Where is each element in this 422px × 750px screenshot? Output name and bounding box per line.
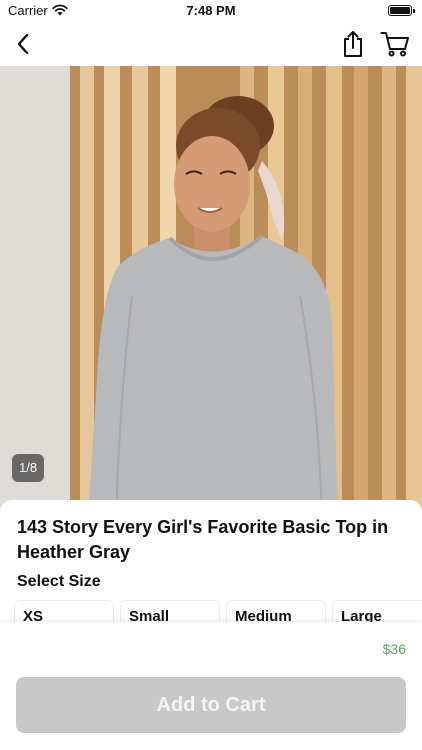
back-button[interactable] [8, 29, 38, 59]
share-button[interactable] [338, 28, 368, 60]
nav-bar [0, 22, 422, 66]
status-bar: Carrier 7:48 PM [0, 0, 422, 22]
share-icon [344, 31, 362, 57]
size-heading: Select Size [17, 573, 101, 590]
product-details-sheet: 143 Story Every Girl's Favorite Basic To… [0, 500, 422, 630]
chevron-left-icon [17, 33, 29, 55]
cart-icon [380, 32, 409, 57]
image-counter-badge: 1/8 [12, 454, 45, 482]
product-title: 143 Story Every Girl's Favorite Basic To… [17, 517, 389, 562]
product-photo-illustration [0, 66, 422, 516]
battery-icon [388, 5, 415, 16]
add-to-cart-button[interactable]: Add to Cart [16, 677, 406, 733]
product-price: $36 [382, 641, 406, 657]
cart-button[interactable] [378, 29, 412, 59]
product-photo[interactable] [0, 66, 422, 516]
status-time: 7:48 PM [186, 3, 236, 18]
purchase-bar: $36 Add to Cart [0, 622, 422, 750]
